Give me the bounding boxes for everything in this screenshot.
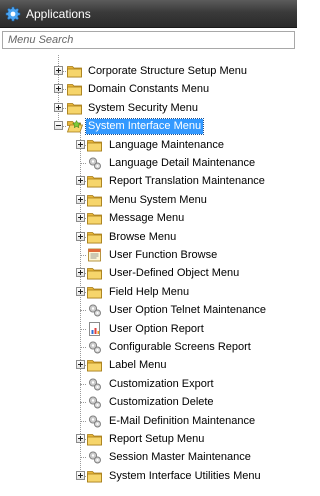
tree-item[interactable]: Corporate Structure Setup Menu <box>0 63 297 80</box>
tree-item[interactable]: System Interface Menu <box>0 118 297 136</box>
folder-open-icon <box>66 120 83 133</box>
tree-item[interactable]: System Security Menu <box>0 100 297 117</box>
tree-item-label[interactable]: Field Help Menu <box>107 285 191 300</box>
tree-item-label[interactable]: Session Master Maintenance <box>107 450 253 465</box>
tree-item-label[interactable]: User-Defined Object Menu <box>107 266 241 281</box>
expand-toggle-icon[interactable] <box>76 213 85 223</box>
expand-toggle-icon[interactable] <box>54 102 63 112</box>
tree-item[interactable]: Configurable Screens Report <box>0 339 297 356</box>
tree-item-label[interactable]: Language Maintenance <box>107 138 226 153</box>
expand-toggle-icon[interactable] <box>54 66 63 75</box>
tree-item-label[interactable]: E-Mail Definition Maintenance <box>107 414 257 429</box>
tree-item[interactable]: Message Menu <box>0 210 297 227</box>
tree-item-label[interactable]: User Option Report <box>107 322 206 337</box>
expand-toggle-icon[interactable] <box>76 176 85 186</box>
tree-item-label[interactable]: Customization Export <box>107 377 216 392</box>
tree-item[interactable]: Customization Export <box>0 376 297 393</box>
tree-item-label[interactable]: Label Menu <box>107 358 169 373</box>
tree-item-label[interactable]: Menu System Menu <box>107 193 209 208</box>
gear-icon <box>5 6 21 21</box>
program-icon <box>88 396 101 409</box>
tree-item[interactable]: Browse Menu <box>0 229 297 246</box>
tree-item[interactable]: Language Maintenance <box>0 137 297 154</box>
tree-item-label[interactable]: System Interface Menu <box>84 118 205 136</box>
folder-icon <box>87 213 102 225</box>
expand-toggle-icon[interactable] <box>76 139 85 149</box>
tree-item[interactable]: Customization Delete <box>0 394 297 411</box>
menu-tree: Corporate Structure Setup Menu Domain Con… <box>0 55 297 496</box>
tree-item[interactable]: Session Master Maintenance <box>0 449 297 466</box>
expand-toggle-icon[interactable] <box>76 470 85 480</box>
tree-item[interactable]: Field Help Menu <box>0 284 297 301</box>
tree-item-label[interactable]: Report Translation Maintenance <box>107 174 267 189</box>
program-icon <box>88 378 101 391</box>
expand-toggle-icon[interactable] <box>76 231 85 241</box>
tree-item-label[interactable]: Domain Constants Menu <box>86 82 211 97</box>
folder-icon <box>67 84 82 96</box>
tree-item[interactable]: User Option Telnet Maintenance <box>0 302 297 319</box>
folder-icon <box>87 470 102 483</box>
tree-item[interactable]: Domain Constants Menu <box>0 81 297 98</box>
app-title: Applications <box>26 6 91 21</box>
expand-toggle-icon[interactable] <box>76 268 85 278</box>
program-icon <box>88 415 101 428</box>
folder-icon <box>87 286 102 299</box>
tree-item-label[interactable]: User Function Browse <box>107 248 219 263</box>
tree-item[interactable]: E-Mail Definition Maintenance <box>0 413 297 430</box>
app-title-bar: Applications <box>0 0 297 28</box>
folder-icon <box>87 139 102 151</box>
tree-item-label[interactable]: System Interface Utilities Menu <box>107 469 263 484</box>
folder-icon <box>87 268 102 280</box>
program-icon <box>88 157 101 170</box>
tree-item-label[interactable]: Customization Delete <box>107 395 216 410</box>
folder-icon <box>87 231 102 243</box>
expand-toggle-icon[interactable] <box>76 360 85 370</box>
folder-icon <box>87 434 102 446</box>
tree-item[interactable]: Report Setup Menu <box>0 431 297 448</box>
tree-item[interactable]: Menu System Menu <box>0 192 297 209</box>
menu-search-input[interactable] <box>2 31 295 49</box>
tree-item[interactable]: Label Menu <box>0 357 297 374</box>
expand-toggle-icon[interactable] <box>54 84 63 94</box>
tree-item[interactable]: User Function Browse <box>0 247 297 264</box>
collapse-toggle-icon[interactable] <box>54 121 63 131</box>
tree-item[interactable]: System Interface Utilities Menu <box>0 468 297 485</box>
expand-toggle-icon[interactable] <box>76 286 85 296</box>
tree-item-label[interactable]: Configurable Screens Report <box>107 340 253 355</box>
folder-icon <box>87 176 102 188</box>
tree-item-label[interactable]: Browse Menu <box>107 230 178 245</box>
folder-icon <box>67 102 82 115</box>
tree-item[interactable]: Report Translation Maintenance <box>0 173 297 190</box>
program-icon <box>88 304 101 317</box>
tree-item-label[interactable]: User Option Telnet Maintenance <box>107 303 268 318</box>
report-icon <box>89 321 100 336</box>
tree-item-label[interactable]: System Security Menu <box>86 101 200 116</box>
tree-item-label[interactable]: Report Setup Menu <box>107 432 206 447</box>
tree-item[interactable]: User-Defined Object Menu <box>0 265 297 282</box>
folder-icon <box>67 66 82 78</box>
tree-item[interactable]: User Option Report <box>0 321 297 338</box>
tree-item-label[interactable]: Corporate Structure Setup Menu <box>86 64 249 79</box>
folder-icon <box>87 360 102 372</box>
tree-item[interactable]: Language Detail Maintenance <box>0 155 297 172</box>
tree-item-label[interactable]: Language Detail Maintenance <box>107 156 257 171</box>
program-icon <box>88 451 101 464</box>
expand-toggle-icon[interactable] <box>76 194 85 204</box>
folder-icon <box>87 194 102 207</box>
browse-icon <box>88 248 101 262</box>
tree-item-label[interactable]: Message Menu <box>107 211 186 226</box>
program-icon <box>88 341 101 354</box>
expand-toggle-icon[interactable] <box>76 434 85 443</box>
